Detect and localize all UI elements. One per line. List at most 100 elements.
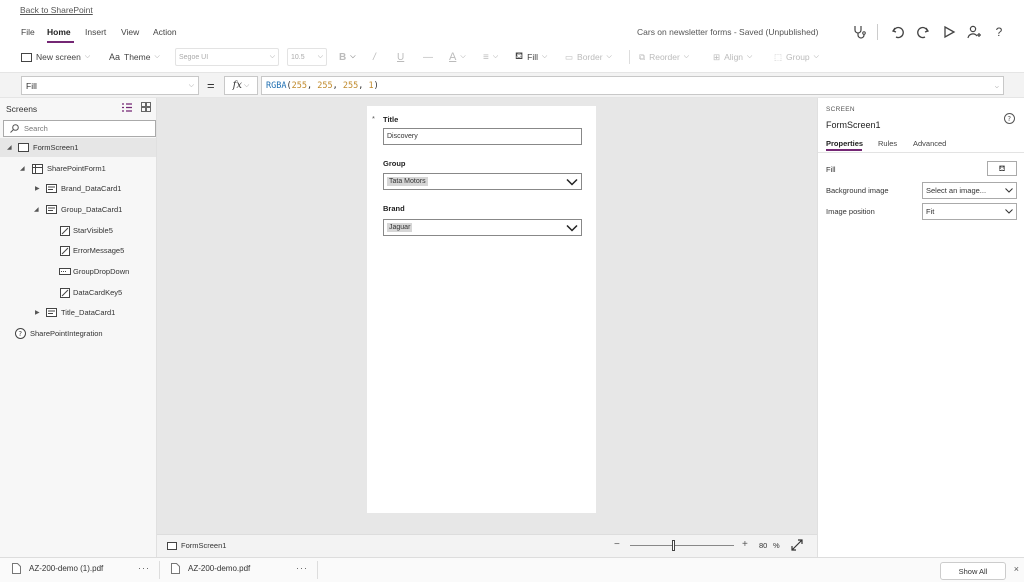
help-circle-icon[interactable]: ? <box>1004 113 1015 126</box>
list-view-icon[interactable] <box>122 103 132 114</box>
menu-view[interactable]: View <box>121 27 139 37</box>
theme-button[interactable]: Aa Theme ⌵ <box>109 48 160 66</box>
fill-button[interactable]: ⛾ Fill ⌵ <box>515 48 547 66</box>
tree-item-label: StarVisible5 <box>73 226 113 235</box>
font-family-value: Segoe UI <box>179 53 209 61</box>
formula-arg-r: 255 <box>291 80 307 91</box>
border-button[interactable]: ▭ Border ⌵ <box>565 48 612 66</box>
divider <box>877 24 878 40</box>
tree-item-sharepointintegration[interactable]: ? SharePointIntegration <box>0 324 156 343</box>
menu-action[interactable]: Action <box>153 27 177 37</box>
menu-insert[interactable]: Insert <box>85 27 106 37</box>
caret-expanded-icon[interactable]: ◢ <box>7 144 12 151</box>
fit-to-window-icon[interactable] <box>791 539 803 553</box>
zoom-unit: % <box>773 541 780 550</box>
chevron-down-icon <box>1005 188 1013 193</box>
redo-icon[interactable] <box>914 23 932 41</box>
tree-item-errormessage5[interactable]: ErrorMessage5 <box>0 241 156 260</box>
group-dropdown[interactable]: Tata Motors <box>383 173 582 190</box>
new-screen-button[interactable]: New screen ⌵ <box>21 48 90 66</box>
help-circle-icon: ? <box>15 328 26 339</box>
theme-icon: Aa <box>109 52 121 62</box>
design-canvas: * Title Discovery Group Tata Motors Bran… <box>157 98 817 534</box>
download-item[interactable]: AZ-200-demo (1).pdf <box>12 563 103 574</box>
pdf-file-icon <box>171 563 180 574</box>
download-item[interactable]: AZ-200-demo.pdf <box>171 563 250 574</box>
formula-input[interactable]: RGBA(255, 255, 255, 1) ⌵ <box>261 76 1004 95</box>
svg-text:?: ? <box>1007 115 1011 123</box>
user-share-icon[interactable] <box>965 23 983 41</box>
stethoscope-icon[interactable] <box>850 23 868 41</box>
font-color-button[interactable]: A ⌵ <box>449 48 466 66</box>
close-icon[interactable]: × <box>1014 564 1019 574</box>
search-placeholder: Search <box>24 124 48 133</box>
tree-item-brand-datacard1[interactable]: ▶ Brand_DataCard1 <box>0 179 156 198</box>
strikethrough-icon[interactable]: — <box>423 48 433 66</box>
download-menu-button[interactable]: ··· <box>138 563 150 573</box>
fx-button[interactable]: fx ⌵ <box>224 76 258 95</box>
current-screen-indicator[interactable]: FormScreen1 <box>167 541 226 550</box>
form-icon <box>32 164 43 174</box>
play-icon[interactable] <box>940 23 958 41</box>
required-star: * <box>372 114 375 123</box>
title-input[interactable]: Discovery <box>383 128 582 145</box>
caret-expanded-icon[interactable]: ◢ <box>20 165 25 172</box>
form-screen[interactable]: * Title Discovery Group Tata Motors Bran… <box>367 106 596 513</box>
border-label: Border <box>577 52 603 62</box>
italic-icon[interactable]: / <box>373 48 376 66</box>
chevron-down-icon: ⌵ <box>188 81 194 89</box>
tree-search-input[interactable]: Search <box>3 120 156 137</box>
tree-item-label: DataCardKey5 <box>73 288 123 297</box>
image-position-select[interactable]: Fit <box>922 203 1017 220</box>
align-button[interactable]: ⊞ Align ⌵ <box>713 48 752 66</box>
tree-item-sharepointform1[interactable]: ◢ SharePointForm1 <box>0 159 156 178</box>
tab-rules[interactable]: Rules <box>878 139 897 148</box>
background-image-select[interactable]: Select an image... <box>922 182 1017 199</box>
zoom-out-button[interactable]: − <box>614 539 620 550</box>
fill-color-picker[interactable]: ⛾ <box>987 161 1017 176</box>
help-icon[interactable]: ? <box>990 23 1008 41</box>
menu-file[interactable]: File <box>21 27 35 37</box>
tab-properties[interactable]: Properties <box>826 139 863 148</box>
download-menu-button[interactable]: ··· <box>296 563 308 573</box>
tree-item-datacardkey5[interactable]: DataCardKey5 <box>0 283 156 302</box>
download-filename: AZ-200-demo.pdf <box>188 564 251 573</box>
text-align-button[interactable]: ≡ ⌵ <box>483 48 498 66</box>
tree-item-label: Brand_DataCard1 <box>61 184 122 193</box>
zoom-in-button[interactable]: + <box>742 539 748 550</box>
underline-icon[interactable]: U <box>397 48 404 66</box>
expand-formula-icon[interactable]: ⌵ <box>995 82 999 90</box>
property-select[interactable]: Fill ⌵ <box>21 76 199 95</box>
bold-button[interactable]: B ⌵ <box>339 48 356 66</box>
pdf-file-icon <box>12 563 21 574</box>
zoom-slider-track[interactable] <box>630 545 734 546</box>
back-to-sharepoint-link[interactable]: Back to SharePoint <box>20 5 93 15</box>
grid-view-icon[interactable] <box>141 102 151 114</box>
paint-bucket-icon: ⛾ <box>998 163 1006 173</box>
datacard-icon <box>46 308 57 317</box>
tree-item-formscreen1[interactable]: ◢ FormScreen1 <box>0 138 156 157</box>
formula-function: RGBA <box>266 80 287 91</box>
zoom-slider-thumb[interactable] <box>672 540 675 551</box>
tree-item-group-datacard1[interactable]: ◢ Group_DataCard1 <box>0 200 156 219</box>
font-family-select[interactable]: Segoe UI ⌵ <box>175 48 279 66</box>
tree-item-title-datacard1[interactable]: ▶ Title_DataCard1 <box>0 303 156 322</box>
caret-collapsed-icon[interactable]: ▶ <box>35 309 40 316</box>
tree-item-label: SharePointForm1 <box>47 164 106 173</box>
caret-collapsed-icon[interactable]: ▶ <box>35 185 40 192</box>
font-size-select[interactable]: 10.5 ⌵ <box>287 48 327 66</box>
group-button[interactable]: ⬚ Group ⌵ <box>774 48 819 66</box>
reorder-button[interactable]: ⧉ Reorder ⌵ <box>639 48 689 66</box>
background-image-label: Background image <box>826 186 889 195</box>
fx-icon: fx <box>232 80 243 91</box>
tab-advanced[interactable]: Advanced <box>913 139 946 148</box>
selected-screen-name: FormScreen1 <box>826 120 881 130</box>
undo-icon[interactable] <box>889 23 907 41</box>
tree-item-starvisible5[interactable]: StarVisible5 <box>0 221 156 240</box>
label-edit-icon <box>60 246 70 256</box>
brand-dropdown[interactable]: Jaguar <box>383 219 582 236</box>
show-all-button[interactable]: Show All <box>940 562 1006 580</box>
tree-item-groupdropdown[interactable]: GroupDropDown <box>0 262 156 281</box>
menu-home[interactable]: Home <box>47 27 71 37</box>
caret-expanded-icon[interactable]: ◢ <box>34 206 39 213</box>
